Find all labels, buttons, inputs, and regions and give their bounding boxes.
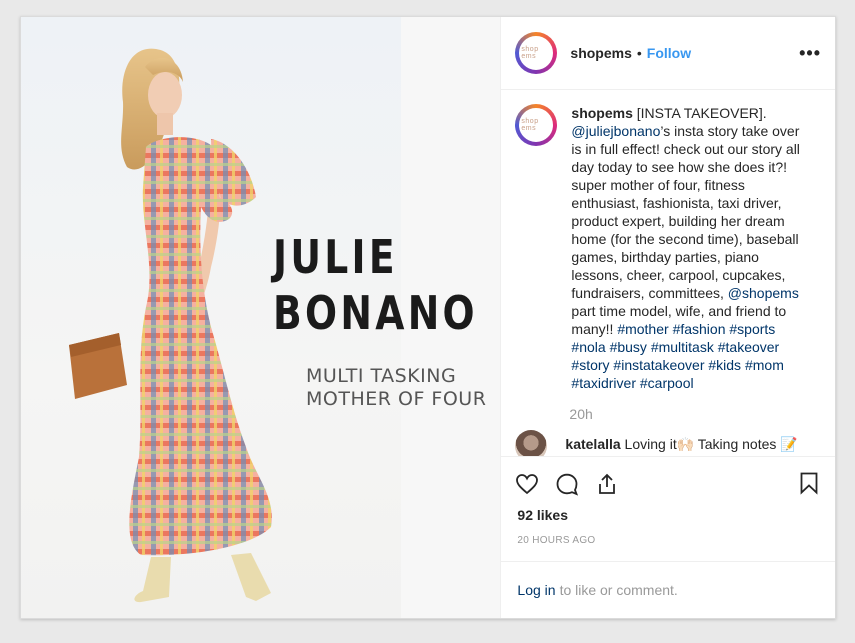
avatar-logo-text: shop ems — [521, 46, 539, 60]
hashtag-link[interactable]: #taxidriver — [571, 375, 636, 391]
caption-avatar[interactable]: shop ems — [515, 104, 558, 146]
profile-avatar[interactable]: shop ems — [515, 32, 558, 74]
comments-section[interactable]: shop ems shopems [INSTA TAKEOVER]. @juli… — [501, 90, 835, 456]
hashtag-link[interactable]: #takeover — [718, 339, 779, 355]
mention-juliejbonano[interactable]: @juliejbonano — [571, 123, 660, 139]
hashtag-link[interactable]: #multitask — [651, 339, 714, 355]
model-photo — [69, 48, 272, 603]
header-username[interactable]: shopems — [570, 45, 631, 61]
comment-body: Loving it🙌🏻 Taking notes 📝 — [620, 436, 798, 452]
heart-icon[interactable] — [515, 472, 539, 496]
caption-text-1: [INSTA TAKEOVER]. — [632, 105, 767, 121]
login-prompt: Log in to like or comment. — [501, 561, 835, 618]
comment-icon[interactable] — [555, 472, 579, 496]
caption-text: shopems [INSTA TAKEOVER]. @juliejbonano’… — [571, 104, 811, 392]
tagline: MULTI TASKING MOTHER OF FOUR — [306, 365, 486, 411]
commenter-avatar[interactable] — [515, 430, 548, 456]
caption-text-2: ’s insta story take over is in full effe… — [571, 123, 800, 301]
hashtag-link[interactable]: #nola — [571, 339, 605, 355]
hashtag-link[interactable]: #story — [571, 357, 609, 373]
caption: shop ems shopems [INSTA TAKEOVER]. @juli… — [515, 104, 821, 392]
tagline-line-1: MULTI TASKING — [306, 365, 457, 387]
caption-timestamp[interactable]: 20h — [569, 406, 821, 422]
comment-item: katelalla Loving it🙌🏻 Taking notes 📝 — [515, 430, 821, 456]
headline: JULIE BONANO — [273, 229, 478, 341]
mention-shopems[interactable]: @shopems — [728, 285, 799, 301]
share-icon[interactable] — [595, 472, 619, 496]
instagram-post-card: JULIE BONANO MULTI TASKING MOTHER OF FOU… — [20, 16, 836, 619]
post-header: shop ems shopems • Follow ••• — [501, 17, 835, 90]
hashtag-link[interactable]: #mother — [617, 321, 668, 337]
post-image[interactable]: JULIE BONANO MULTI TASKING MOTHER OF FOU… — [21, 17, 502, 618]
more-options-icon[interactable]: ••• — [799, 43, 821, 64]
comment-text: katelalla Loving it🙌🏻 Taking notes 📝 — [565, 436, 797, 453]
bookmark-icon[interactable] — [797, 471, 821, 495]
headline-line-1: JULIE — [273, 230, 398, 284]
post-sidebar: shop ems shopems • Follow ••• shop ems s… — [501, 17, 835, 618]
post-timestamp[interactable]: 20 HOURS AGO — [501, 535, 835, 561]
hashtag-link[interactable]: #instatakeover — [613, 357, 704, 373]
follow-button[interactable]: Follow — [647, 45, 691, 61]
caption-avatar-logo-text: shop ems — [521, 118, 539, 132]
hashtag-link[interactable]: #sports — [729, 321, 775, 337]
hashtag-link[interactable]: #kids — [708, 357, 741, 373]
caption-username[interactable]: shopems — [571, 105, 632, 121]
hashtag-link[interactable]: #busy — [610, 339, 647, 355]
hashtag-link[interactable]: #fashion — [673, 321, 726, 337]
login-prompt-text: to like or comment. — [559, 582, 678, 598]
tagline-line-2: MOTHER OF FOUR — [306, 388, 487, 410]
headline-line-2: BONANO — [273, 286, 478, 340]
comment-username[interactable]: katelalla — [565, 436, 620, 452]
action-bar — [501, 456, 835, 511]
header-separator: • — [636, 45, 642, 61]
login-link[interactable]: Log in — [517, 582, 555, 598]
hashtag-link[interactable]: #carpool — [640, 375, 694, 391]
hashtag-link[interactable]: #mom — [745, 357, 784, 373]
